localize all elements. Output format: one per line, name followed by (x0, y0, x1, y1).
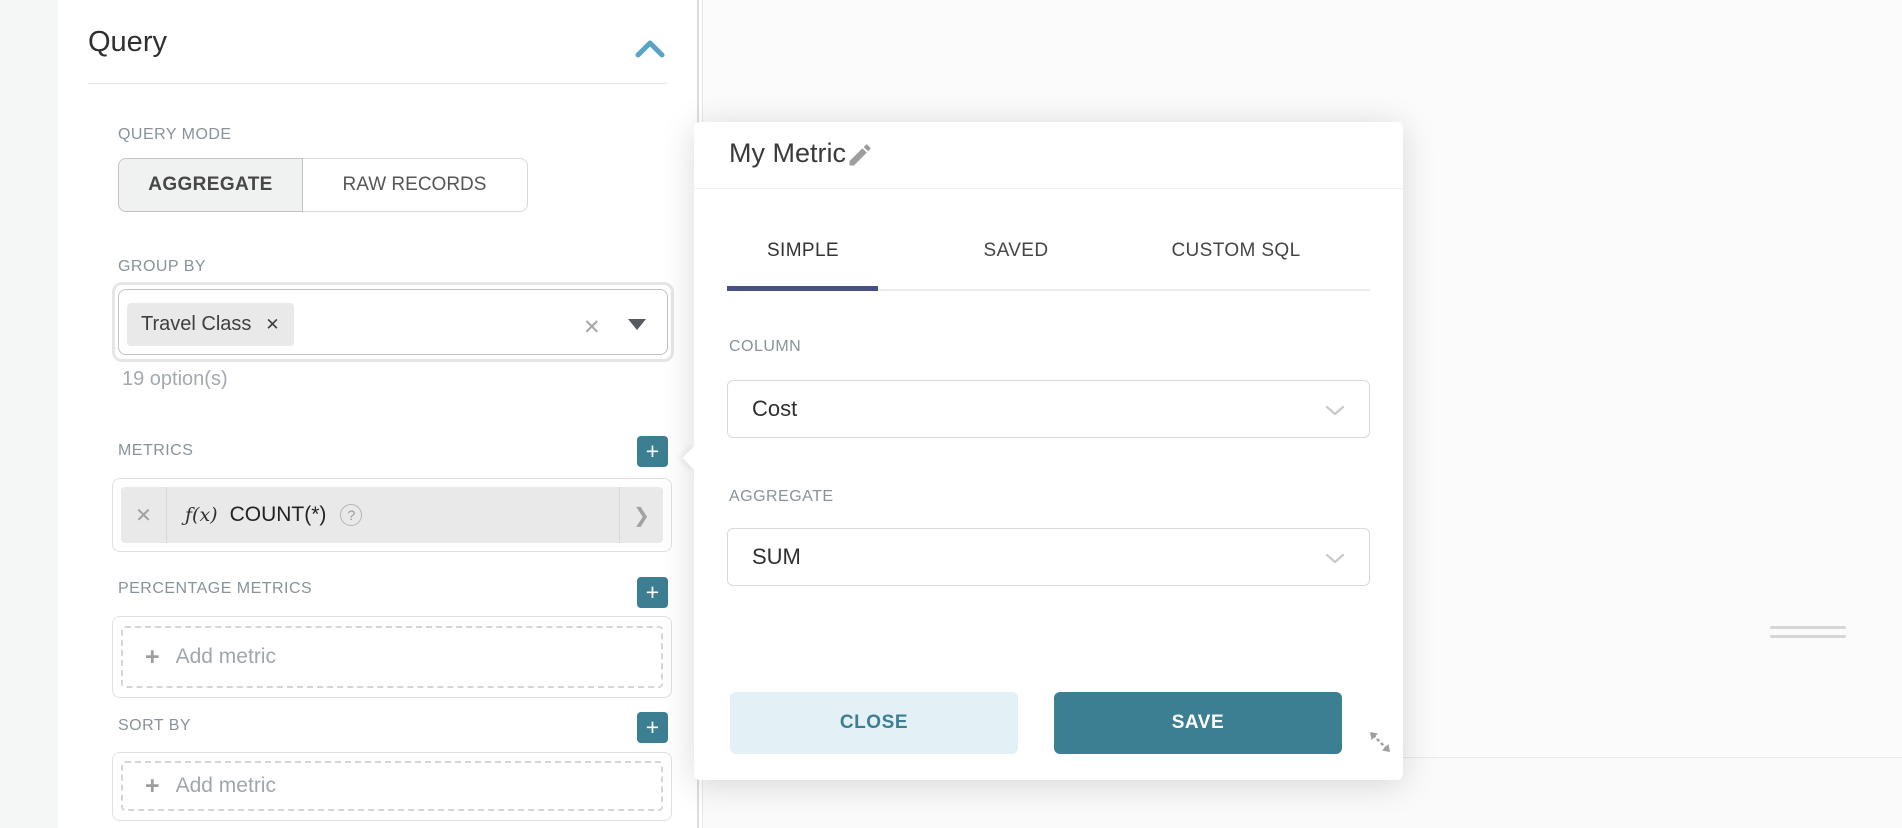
tab-custom-sql[interactable]: CUSTOM SQL (1171, 240, 1300, 262)
section-divider (88, 83, 668, 84)
group-by-options-count: 19 option(s) (122, 368, 228, 391)
collapse-query-section-button[interactable] (634, 38, 666, 60)
plus-icon: + (646, 716, 659, 739)
percentage-metrics-label: PERCENTAGE METRICS (118, 580, 312, 598)
aggregate-label: AGGREGATE (729, 488, 833, 506)
edit-metric-name-icon[interactable] (846, 141, 876, 171)
metric-edit-popover: My Metric SIMPLE SAVED CUSTOM SQL COLUMN… (694, 122, 1403, 780)
plus-icon: + (646, 581, 659, 604)
metrics-container: ✕ ƒ(x) COUNT(*) ? ❯ (112, 478, 672, 552)
popover-title: My Metric (729, 138, 846, 169)
aggregate-select-value: SUM (752, 544, 801, 570)
active-tab-indicator (727, 286, 878, 291)
add-metric-button[interactable]: + (637, 436, 668, 467)
chip-remove-icon[interactable]: ✕ (265, 315, 279, 335)
plus-icon: + (145, 643, 160, 672)
add-sort-by-button[interactable]: + (637, 712, 668, 743)
tab-saved[interactable]: SAVED (984, 240, 1049, 262)
column-select-value: Cost (752, 396, 797, 422)
group-by-chip[interactable]: Travel Class ✕ (127, 303, 294, 346)
sort-by-dropzone[interactable]: + Add metric (121, 761, 663, 811)
metric-pill[interactable]: ✕ ƒ(x) COUNT(*) ? ❯ (121, 487, 663, 543)
drag-handle-line (1770, 635, 1846, 638)
function-icon: ƒ(x) (185, 504, 218, 526)
metrics-label: METRICS (118, 442, 193, 460)
metric-expand-icon[interactable]: ❯ (619, 487, 663, 543)
query-mode-raw-records-button[interactable]: RAW RECORDS (302, 158, 528, 212)
save-button[interactable]: SAVE (1054, 692, 1342, 754)
add-metric-placeholder: Add metric (176, 645, 276, 669)
help-icon[interactable]: ? (340, 504, 362, 526)
add-percentage-metric-button[interactable]: + (637, 577, 668, 608)
metric-pill-label: COUNT(*) (230, 503, 327, 527)
query-mode-aggregate-button[interactable]: AGGREGATE (118, 158, 303, 212)
sort-by-label: SORT BY (118, 717, 191, 735)
caret-down-icon[interactable] (628, 319, 646, 330)
plus-icon: + (646, 440, 659, 463)
plus-icon: + (145, 772, 160, 801)
metric-remove-icon[interactable]: ✕ (121, 487, 167, 543)
query-mode-label: QUERY MODE (118, 126, 232, 144)
column-select[interactable]: Cost (727, 380, 1370, 438)
aggregate-select[interactable]: SUM (727, 528, 1370, 586)
popover-resize-handle[interactable] (1366, 728, 1394, 756)
popover-header-divider (694, 188, 1403, 189)
query-section-title: Query (88, 26, 167, 59)
add-metric-placeholder: Add metric (176, 774, 276, 798)
drag-handle-line (1770, 626, 1846, 629)
tab-simple[interactable]: SIMPLE (767, 240, 839, 262)
clear-all-icon[interactable]: ✕ (583, 315, 601, 340)
resize-diagonal-icon (1366, 728, 1394, 756)
percentage-metrics-dropzone[interactable]: + Add metric (121, 626, 663, 688)
chevron-up-icon (634, 38, 666, 60)
column-label: COLUMN (729, 338, 801, 356)
close-button[interactable]: CLOSE (730, 692, 1018, 754)
popover-arrow (682, 445, 707, 470)
group-by-label: GROUP BY (118, 258, 206, 276)
chevron-down-icon (1325, 553, 1345, 564)
chevron-down-icon (1325, 405, 1345, 416)
explore-view: Query QUERY MODE AGGREGATE RAW RECORDS G… (0, 0, 1902, 828)
panel-resize-handle[interactable] (1770, 626, 1846, 642)
left-gutter (0, 0, 58, 828)
group-by-chip-label: Travel Class (141, 313, 251, 336)
